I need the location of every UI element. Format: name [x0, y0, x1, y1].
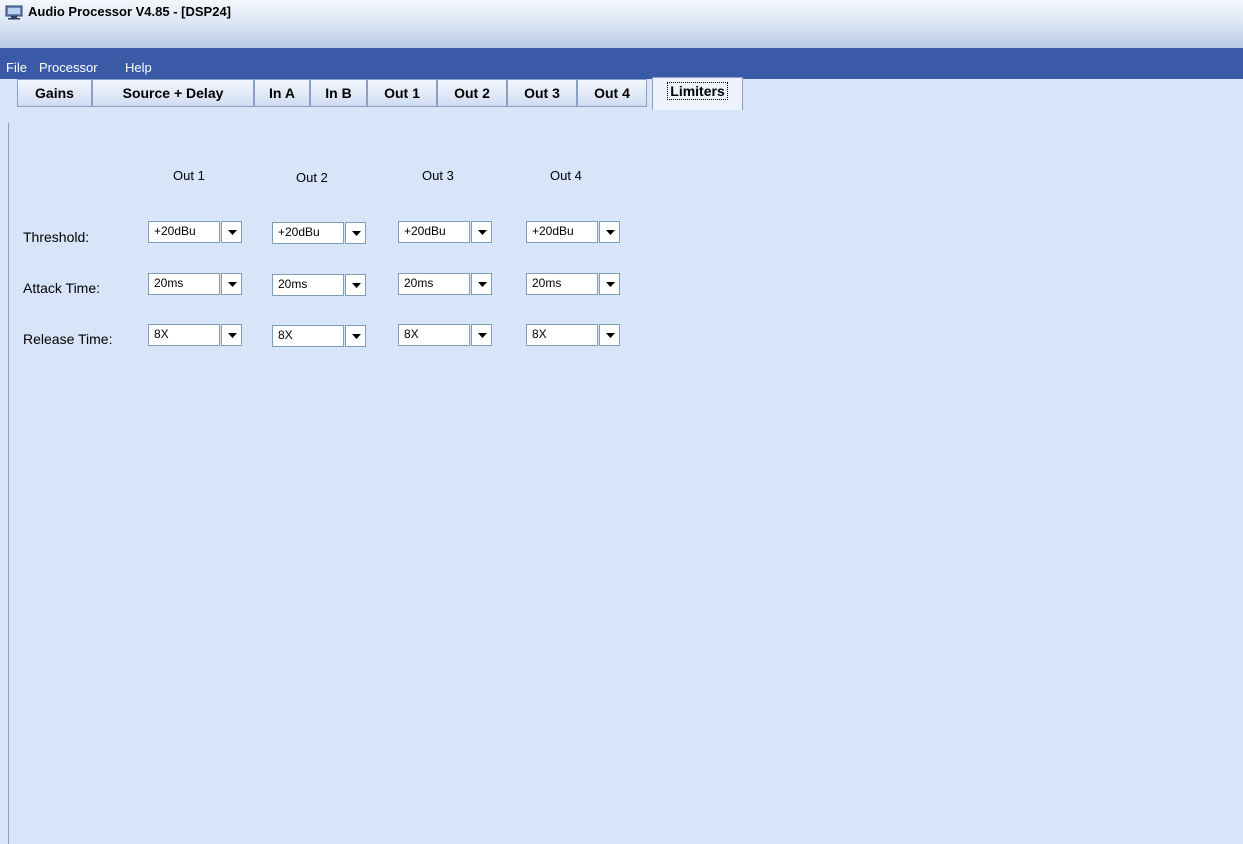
attack-time-out-1-select[interactable]: 20ms: [148, 273, 242, 295]
attack-time-out-3-select[interactable]: 20ms: [398, 273, 492, 295]
column-header-out-3: Out 3: [422, 168, 454, 183]
threshold-out-2-select[interactable]: +20dBu: [272, 222, 366, 244]
dropdown-arrow-button[interactable]: [221, 324, 242, 346]
chevron-down-icon: [606, 333, 615, 338]
chevron-down-icon: [352, 283, 361, 288]
column-header-out-2: Out 2: [296, 170, 328, 185]
chevron-down-icon: [606, 282, 615, 287]
tab-out-4[interactable]: Out 4: [577, 79, 647, 107]
release-time-out-3-select[interactable]: 8X: [398, 324, 492, 346]
chevron-down-icon: [478, 230, 487, 235]
dropdown-arrow-button[interactable]: [345, 274, 366, 296]
dropdown-arrow-button[interactable]: [471, 324, 492, 346]
tab-in-a[interactable]: In A: [254, 79, 310, 107]
release-time-out-2-value: 8X: [272, 325, 344, 347]
threshold-out-3-value: +20dBu: [398, 221, 470, 243]
attack-time-out-4-value: 20ms: [526, 273, 598, 295]
threshold-label: Threshold:: [23, 229, 90, 245]
attack-time-out-2-select[interactable]: 20ms: [272, 274, 366, 296]
dropdown-arrow-button[interactable]: [599, 273, 620, 295]
attack-time-out-2-value: 20ms: [272, 274, 344, 296]
chevron-down-icon: [478, 282, 487, 287]
attack-time-out-3-value: 20ms: [398, 273, 470, 295]
attack-time-out-1-value: 20ms: [148, 273, 220, 295]
release-time-out-1-select[interactable]: 8X: [148, 324, 242, 346]
dropdown-arrow-button[interactable]: [599, 221, 620, 243]
column-header-out-1: Out 1: [173, 168, 205, 183]
dropdown-arrow-button[interactable]: [599, 324, 620, 346]
release-time-out-4-value: 8X: [526, 324, 598, 346]
threshold-out-1-value: +20dBu: [148, 221, 220, 243]
tab-limiters[interactable]: Limiters: [652, 77, 743, 110]
release-time-out-4-select[interactable]: 8X: [526, 324, 620, 346]
menu-bar: File Processor Help: [0, 48, 1243, 79]
threshold-out-2-value: +20dBu: [272, 222, 344, 244]
chevron-down-icon: [228, 230, 237, 235]
chevron-down-icon: [352, 334, 361, 339]
chevron-down-icon: [606, 230, 615, 235]
dropdown-arrow-button[interactable]: [471, 221, 492, 243]
attack-time-out-4-select[interactable]: 20ms: [526, 273, 620, 295]
release-time-out-3-value: 8X: [398, 324, 470, 346]
attack-time-label: Attack Time:: [23, 280, 101, 296]
chevron-down-icon: [228, 333, 237, 338]
monitor-icon: [5, 5, 23, 20]
release-time-out-2-select[interactable]: 8X: [272, 325, 366, 347]
dropdown-arrow-button[interactable]: [471, 273, 492, 295]
dropdown-arrow-button[interactable]: [221, 221, 242, 243]
threshold-out-1-select[interactable]: +20dBu: [148, 221, 242, 243]
tab-strip: Gains Source + Delay In A In B Out 1 Out…: [0, 77, 1243, 124]
dropdown-arrow-button[interactable]: [221, 273, 242, 295]
title-bar: Audio Processor V4.85 - [DSP24]: [0, 0, 1243, 48]
release-time-out-1-value: 8X: [148, 324, 220, 346]
menu-help[interactable]: Help: [125, 60, 152, 75]
chevron-down-icon: [228, 282, 237, 287]
window-title: Audio Processor V4.85 - [DSP24]: [28, 4, 232, 19]
dropdown-arrow-button[interactable]: [345, 222, 366, 244]
menu-processor[interactable]: Processor: [39, 60, 98, 75]
menu-file[interactable]: File: [6, 60, 27, 75]
tab-out-1[interactable]: Out 1: [367, 79, 437, 107]
release-time-label: Release Time:: [23, 331, 113, 347]
tab-source-delay[interactable]: Source + Delay: [92, 79, 254, 107]
threshold-out-4-value: +20dBu: [526, 221, 598, 243]
tab-in-b[interactable]: In B: [310, 79, 367, 107]
tab-out-3[interactable]: Out 3: [507, 79, 577, 107]
dropdown-arrow-button[interactable]: [345, 325, 366, 347]
threshold-out-4-select[interactable]: +20dBu: [526, 221, 620, 243]
tab-limiters-label: Limiters: [667, 82, 728, 100]
chevron-down-icon: [478, 333, 487, 338]
column-header-out-4: Out 4: [550, 168, 582, 183]
threshold-out-3-select[interactable]: +20dBu: [398, 221, 492, 243]
chevron-down-icon: [352, 231, 361, 236]
tab-out-2[interactable]: Out 2: [437, 79, 507, 107]
tab-gains[interactable]: Gains: [17, 79, 92, 107]
